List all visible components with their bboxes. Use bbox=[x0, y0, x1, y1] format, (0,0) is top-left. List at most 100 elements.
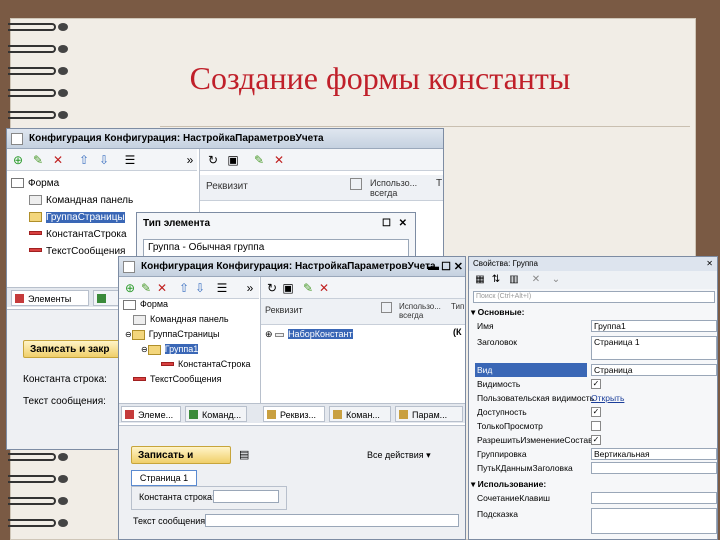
prop-user-visibility[interactable]: Пользовательская видимость Открыть bbox=[469, 391, 717, 405]
field-icon bbox=[161, 361, 174, 366]
tree-item-command-panel[interactable]: Командная панель bbox=[123, 312, 259, 327]
prop-view[interactable]: Вид Страница bbox=[469, 363, 717, 377]
prop-title-data-path[interactable]: ПутьКДаннымЗаголовка bbox=[469, 461, 717, 475]
add-icon[interactable]: ⊕ bbox=[123, 281, 137, 295]
prop-readonly[interactable]: ТолькоПросмотр bbox=[469, 419, 717, 433]
tree-item-form[interactable]: Форма bbox=[11, 175, 197, 192]
window-titlebar: Конфигурация Конфигурация: НастройкаПара… bbox=[119, 257, 465, 277]
spiral-ring bbox=[8, 108, 70, 122]
edit-icon[interactable]: ✎ bbox=[301, 281, 315, 295]
label-message-text: Текст сообщения: bbox=[23, 396, 106, 407]
tab-attributes[interactable]: Реквиз... bbox=[263, 406, 325, 422]
spiral-ring bbox=[8, 450, 70, 464]
tree-item-group1[interactable]: ⊖ Группа1 bbox=[123, 342, 259, 357]
col-usage: Использо... всегда bbox=[370, 178, 418, 198]
close-icon[interactable]: ✕ bbox=[706, 257, 713, 271]
all-actions-menu[interactable]: Все действия ▾ bbox=[367, 450, 431, 461]
edit-icon[interactable]: ✎ bbox=[139, 281, 153, 295]
refresh-icon[interactable]: ↻ bbox=[265, 281, 279, 295]
prop-shortcut[interactable]: СочетаниеКлавиш bbox=[469, 491, 717, 505]
tab-commands[interactable]: Команд... bbox=[185, 406, 247, 422]
prop-enabled[interactable]: Доступность ✓ bbox=[469, 405, 717, 419]
window-title: Конфигурация Конфигурация: НастройкаПара… bbox=[141, 261, 436, 272]
add-icon[interactable]: ⊕ bbox=[11, 153, 25, 167]
attribute-icon bbox=[275, 332, 285, 337]
sort-icon[interactable]: ⇅ bbox=[489, 273, 503, 287]
folder-icon bbox=[29, 212, 42, 223]
maximize-icon[interactable]: ☐ bbox=[382, 213, 391, 235]
prop-name[interactable]: Имя Группа1 bbox=[469, 319, 717, 333]
const-string-input[interactable] bbox=[213, 490, 279, 503]
prop-allow-change[interactable]: РазрешитьИзменениеСостава ✓ bbox=[469, 433, 717, 447]
elements-tree: Форма Командная панель ⊖ ГруппаСтраницы ⊖… bbox=[123, 297, 259, 387]
save-icon[interactable]: ▤ bbox=[239, 448, 249, 461]
col-type: Тип bbox=[451, 302, 465, 311]
edit-icon[interactable]: ✎ bbox=[252, 153, 266, 167]
copy-icon[interactable]: ▣ bbox=[226, 153, 240, 167]
spiral-ring bbox=[8, 472, 70, 486]
delete-icon[interactable]: ✕ bbox=[272, 153, 286, 167]
dropdown-icon[interactable]: ⌄ bbox=[549, 273, 563, 287]
message-text-input[interactable] bbox=[205, 514, 459, 527]
move-down-icon[interactable]: ⇩ bbox=[193, 281, 207, 295]
copy-icon[interactable]: ▣ bbox=[281, 281, 295, 295]
label-const-string: Константа строка: bbox=[23, 374, 107, 385]
tab-elements[interactable]: Элеме... bbox=[121, 406, 181, 422]
page-tab[interactable]: Страница 1 bbox=[131, 470, 197, 486]
section-usage[interactable]: ▾ Использование: bbox=[469, 477, 717, 491]
edit-icon[interactable]: ✎ bbox=[31, 153, 45, 167]
properties-search-input[interactable]: Поиск (Ctrl+Alt+I) bbox=[473, 291, 715, 303]
tree-item-page-group[interactable]: ⊖ ГруппаСтраницы bbox=[123, 327, 259, 342]
attribute-row[interactable]: ⊕ НаборКонстант bbox=[265, 327, 353, 341]
tree-item-form[interactable]: Форма bbox=[123, 297, 259, 312]
filter-icon[interactable]: ▥ bbox=[507, 273, 521, 287]
minimize-icon[interactable]: ▬ bbox=[428, 257, 439, 276]
delete-icon[interactable]: ✕ bbox=[51, 153, 65, 167]
attribute-type: (К bbox=[453, 327, 462, 337]
tab-form-commands[interactable]: Коман... bbox=[329, 406, 391, 422]
clear-icon[interactable]: ✕ bbox=[529, 273, 543, 287]
prop-grouping[interactable]: Группировка Вертикальная bbox=[469, 447, 717, 461]
expand-icon[interactable]: ⊕ bbox=[265, 329, 273, 339]
menu-icon[interactable]: ☰ bbox=[215, 281, 229, 295]
delete-icon[interactable]: ✕ bbox=[317, 281, 331, 295]
properties-window: Свойства: Группа ✕ ▦ ⇅ ▥ ✕ ⌄ Поиск (Ctrl… bbox=[468, 256, 718, 540]
field-icon bbox=[133, 376, 146, 381]
categorize-icon[interactable]: ▦ bbox=[473, 273, 487, 287]
spiral-ring bbox=[8, 42, 70, 56]
move-down-icon[interactable]: ⇩ bbox=[97, 153, 111, 167]
prop-visibility[interactable]: Видимость ✓ bbox=[469, 377, 717, 391]
more-icon[interactable]: » bbox=[243, 281, 257, 295]
field-icon bbox=[29, 248, 42, 253]
prop-tooltip[interactable]: Подсказка bbox=[469, 507, 717, 535]
prop-title[interactable]: Заголовок Страница 1 bbox=[469, 335, 717, 361]
tree-item-command-panel[interactable]: Командная панель bbox=[11, 192, 197, 209]
collapse-icon[interactable]: ⊖ bbox=[125, 330, 132, 339]
folder-icon bbox=[147, 344, 161, 355]
label-message-text: Текст сообщения: bbox=[133, 516, 208, 526]
slide: Создание формы константы Конфигурация Ко… bbox=[0, 0, 720, 540]
command-panel-icon bbox=[133, 314, 146, 325]
close-icon[interactable]: ✕ bbox=[454, 257, 463, 276]
app-icon bbox=[123, 261, 135, 273]
save-close-button[interactable]: Записать и закрыть bbox=[131, 446, 231, 479]
menu-icon[interactable]: ☰ bbox=[123, 153, 137, 167]
delete-icon[interactable]: ✕ bbox=[155, 281, 169, 295]
save-close-button[interactable]: Записать и закр bbox=[23, 340, 123, 358]
tree-item-const-string[interactable]: КонстантаСтрока bbox=[123, 357, 259, 372]
refresh-icon[interactable]: ↻ bbox=[206, 153, 220, 167]
properties-toolbar: ▦ ⇅ ▥ ✕ ⌄ bbox=[469, 271, 717, 289]
col-checkbox bbox=[350, 178, 362, 190]
section-main[interactable]: ▾ Основные: bbox=[469, 305, 717, 319]
tab-elements[interactable]: Элементы bbox=[11, 290, 89, 306]
collapse-icon[interactable]: ⊖ bbox=[141, 345, 148, 354]
element-type-field[interactable]: Группа - Обычная группа bbox=[143, 239, 409, 257]
close-icon[interactable]: ✕ bbox=[399, 213, 407, 235]
more-icon[interactable]: » bbox=[183, 153, 197, 167]
field-icon bbox=[29, 231, 42, 236]
maximize-icon[interactable]: ☐ bbox=[441, 257, 451, 276]
tree-item-message-text[interactable]: ТекстСообщения bbox=[123, 372, 259, 387]
move-up-icon[interactable]: ⇧ bbox=[77, 153, 91, 167]
move-up-icon[interactable]: ⇧ bbox=[177, 281, 191, 295]
tab-parameters[interactable]: Парам... bbox=[395, 406, 463, 422]
